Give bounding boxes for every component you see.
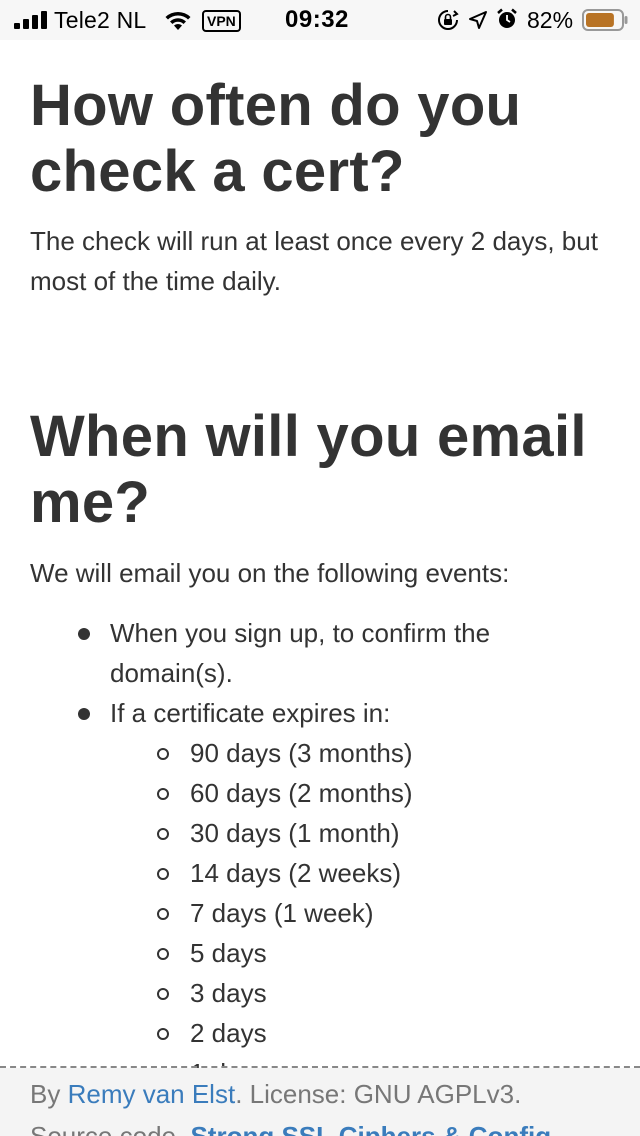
event-text: When you sign up, to confirm the domain(…	[110, 618, 491, 688]
expiry-interval: 2 days	[190, 1018, 267, 1048]
footer-by: By	[30, 1079, 61, 1109]
source-label: Source code.	[30, 1121, 184, 1136]
circle-bullet-icon	[157, 868, 169, 880]
list-item: 90 days (3 months)	[30, 733, 610, 773]
expiry-interval: 5 days	[190, 938, 267, 968]
alarm-clock-icon	[497, 8, 517, 28]
expiry-interval: 7 days (1 week)	[190, 898, 374, 928]
expiry-intervals-list: 90 days (3 months) 60 days (2 months) 30…	[110, 733, 610, 1093]
battery-icon	[582, 9, 628, 31]
carrier-name: Tele2 NL	[54, 7, 147, 33]
wifi-icon	[165, 11, 191, 30]
footer-credit: By Remy van Elst. License: GNU AGPLv3.	[30, 1079, 521, 1110]
signal-strength-icon	[14, 11, 47, 29]
circle-bullet-icon	[157, 788, 169, 800]
status-bar: Tele2 NL VPN 09:32 82%	[0, 0, 640, 40]
circle-bullet-icon	[157, 948, 169, 960]
expiry-interval: 30 days (1 month)	[190, 818, 400, 848]
bullet-icon	[78, 708, 90, 720]
footer: By Remy van Elst. License: GNU AGPLv3. S…	[0, 1068, 640, 1136]
circle-bullet-icon	[157, 748, 169, 760]
clock: 09:32	[285, 6, 349, 33]
list-item: 2 days	[30, 1013, 610, 1053]
expiry-interval: 90 days (3 months)	[190, 738, 413, 768]
event-text: If a certificate expires in:	[110, 698, 391, 728]
location-arrow-icon	[469, 11, 487, 29]
circle-bullet-icon	[157, 1028, 169, 1040]
list-item: 3 days	[30, 973, 610, 1013]
check-frequency-text: The check will run at least once every 2…	[30, 226, 598, 296]
footer-source: Source code. Strong SSL Ciphers & Config	[30, 1121, 551, 1136]
expiry-interval: 60 days (2 months)	[190, 778, 413, 808]
vpn-badge: VPN	[202, 10, 241, 32]
source-link[interactable]: Strong SSL Ciphers & Config	[190, 1121, 551, 1136]
list-item: 60 days (2 months)	[30, 773, 610, 813]
footer-license: . License: GNU AGPLv3.	[235, 1079, 522, 1109]
list-item: 14 days (2 weeks)	[30, 853, 610, 893]
battery-percentage: 82%	[527, 7, 574, 33]
rotation-lock-icon	[438, 10, 459, 30]
list-item: When you sign up, to confirm the domain(…	[30, 613, 610, 693]
circle-bullet-icon	[157, 988, 169, 1000]
email-events-list: When you sign up, to confirm the domain(…	[30, 613, 610, 1093]
list-item: 30 days (1 month)	[30, 813, 610, 853]
list-item: If a certificate expires in: 90 days (3 …	[30, 693, 610, 1093]
author-link[interactable]: Remy van Elst	[68, 1079, 236, 1109]
bullet-icon	[78, 628, 90, 640]
list-item: 5 days	[30, 933, 610, 973]
section-heading-check-frequency: How often do you check a cert?	[30, 73, 522, 204]
circle-bullet-icon	[157, 828, 169, 840]
circle-bullet-icon	[157, 908, 169, 920]
expiry-interval: 3 days	[190, 978, 267, 1008]
list-item: 7 days (1 week)	[30, 893, 610, 933]
section-heading-email: When will you email me?	[30, 404, 587, 535]
email-intro-text: We will email you on the following event…	[30, 558, 510, 588]
expiry-interval: 14 days (2 weeks)	[190, 858, 401, 888]
